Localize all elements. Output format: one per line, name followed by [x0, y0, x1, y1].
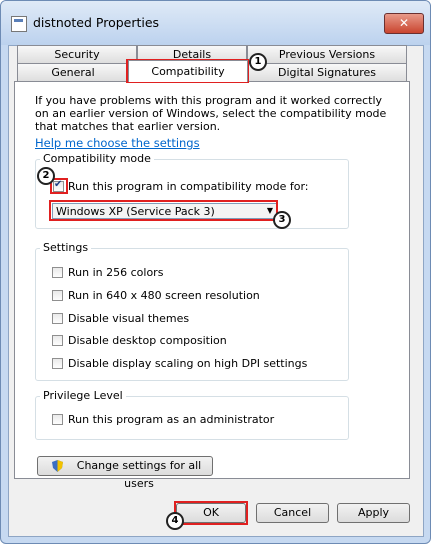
checkbox-disable-dpi-scaling[interactable]	[52, 358, 63, 369]
app-icon	[11, 16, 27, 32]
apply-button[interactable]: Apply	[337, 503, 410, 523]
tab-digital-signatures[interactable]: Digital Signatures	[247, 63, 407, 81]
change-settings-all-users-button[interactable]: Change settings for all users	[37, 456, 213, 490]
step-marker-4: 4	[166, 512, 184, 530]
compat-mode-label: Run this program in compatibility mode f…	[68, 180, 309, 193]
cancel-button[interactable]: Cancel	[256, 503, 329, 523]
tab-compatibility[interactable]: Compatibility	[128, 60, 248, 82]
privilege-label: Privilege Level	[40, 389, 126, 402]
checkbox-640x480[interactable]	[52, 290, 63, 301]
setting-visual-themes-label: Disable visual themes	[68, 312, 190, 325]
title-bar: distnoted Properties ✕	[1, 1, 430, 45]
highlight-compat-select	[49, 200, 278, 221]
tab-general[interactable]: General	[17, 63, 129, 81]
run-as-admin-label: Run this program as an administrator	[68, 413, 275, 426]
intro-text: If you have problems with this program a…	[35, 94, 387, 133]
highlight-ok-button	[174, 501, 248, 525]
checkbox-disable-visual-themes[interactable]	[52, 313, 63, 324]
setting-desktop-composition-label: Disable desktop composition	[68, 334, 227, 347]
help-link[interactable]: Help me choose the settings	[35, 136, 200, 150]
close-button[interactable]: ✕	[384, 13, 424, 34]
step-marker-2: 2	[37, 167, 55, 185]
step-marker-1: 1	[249, 53, 267, 71]
checkbox-disable-desktop-composition[interactable]	[52, 335, 63, 346]
setting-256-colors-label: Run in 256 colors	[68, 266, 164, 279]
uac-shield-icon	[52, 460, 63, 472]
setting-dpi-scaling-label: Disable display scaling on high DPI sett…	[68, 357, 308, 370]
window-title: distnoted Properties	[33, 15, 160, 30]
setting-640x480-label: Run in 640 x 480 screen resolution	[68, 289, 260, 302]
step-marker-3: 3	[273, 211, 291, 229]
compatibility-mode-label: Compatibility mode	[40, 152, 154, 165]
tab-security[interactable]: Security	[17, 45, 137, 63]
tab-previous-versions[interactable]: Previous Versions	[247, 45, 407, 63]
change-settings-label: Change settings for all users	[76, 459, 202, 490]
settings-label: Settings	[40, 241, 92, 254]
checkbox-256-colors[interactable]	[52, 267, 63, 278]
checkbox-run-as-admin[interactable]	[52, 414, 63, 425]
